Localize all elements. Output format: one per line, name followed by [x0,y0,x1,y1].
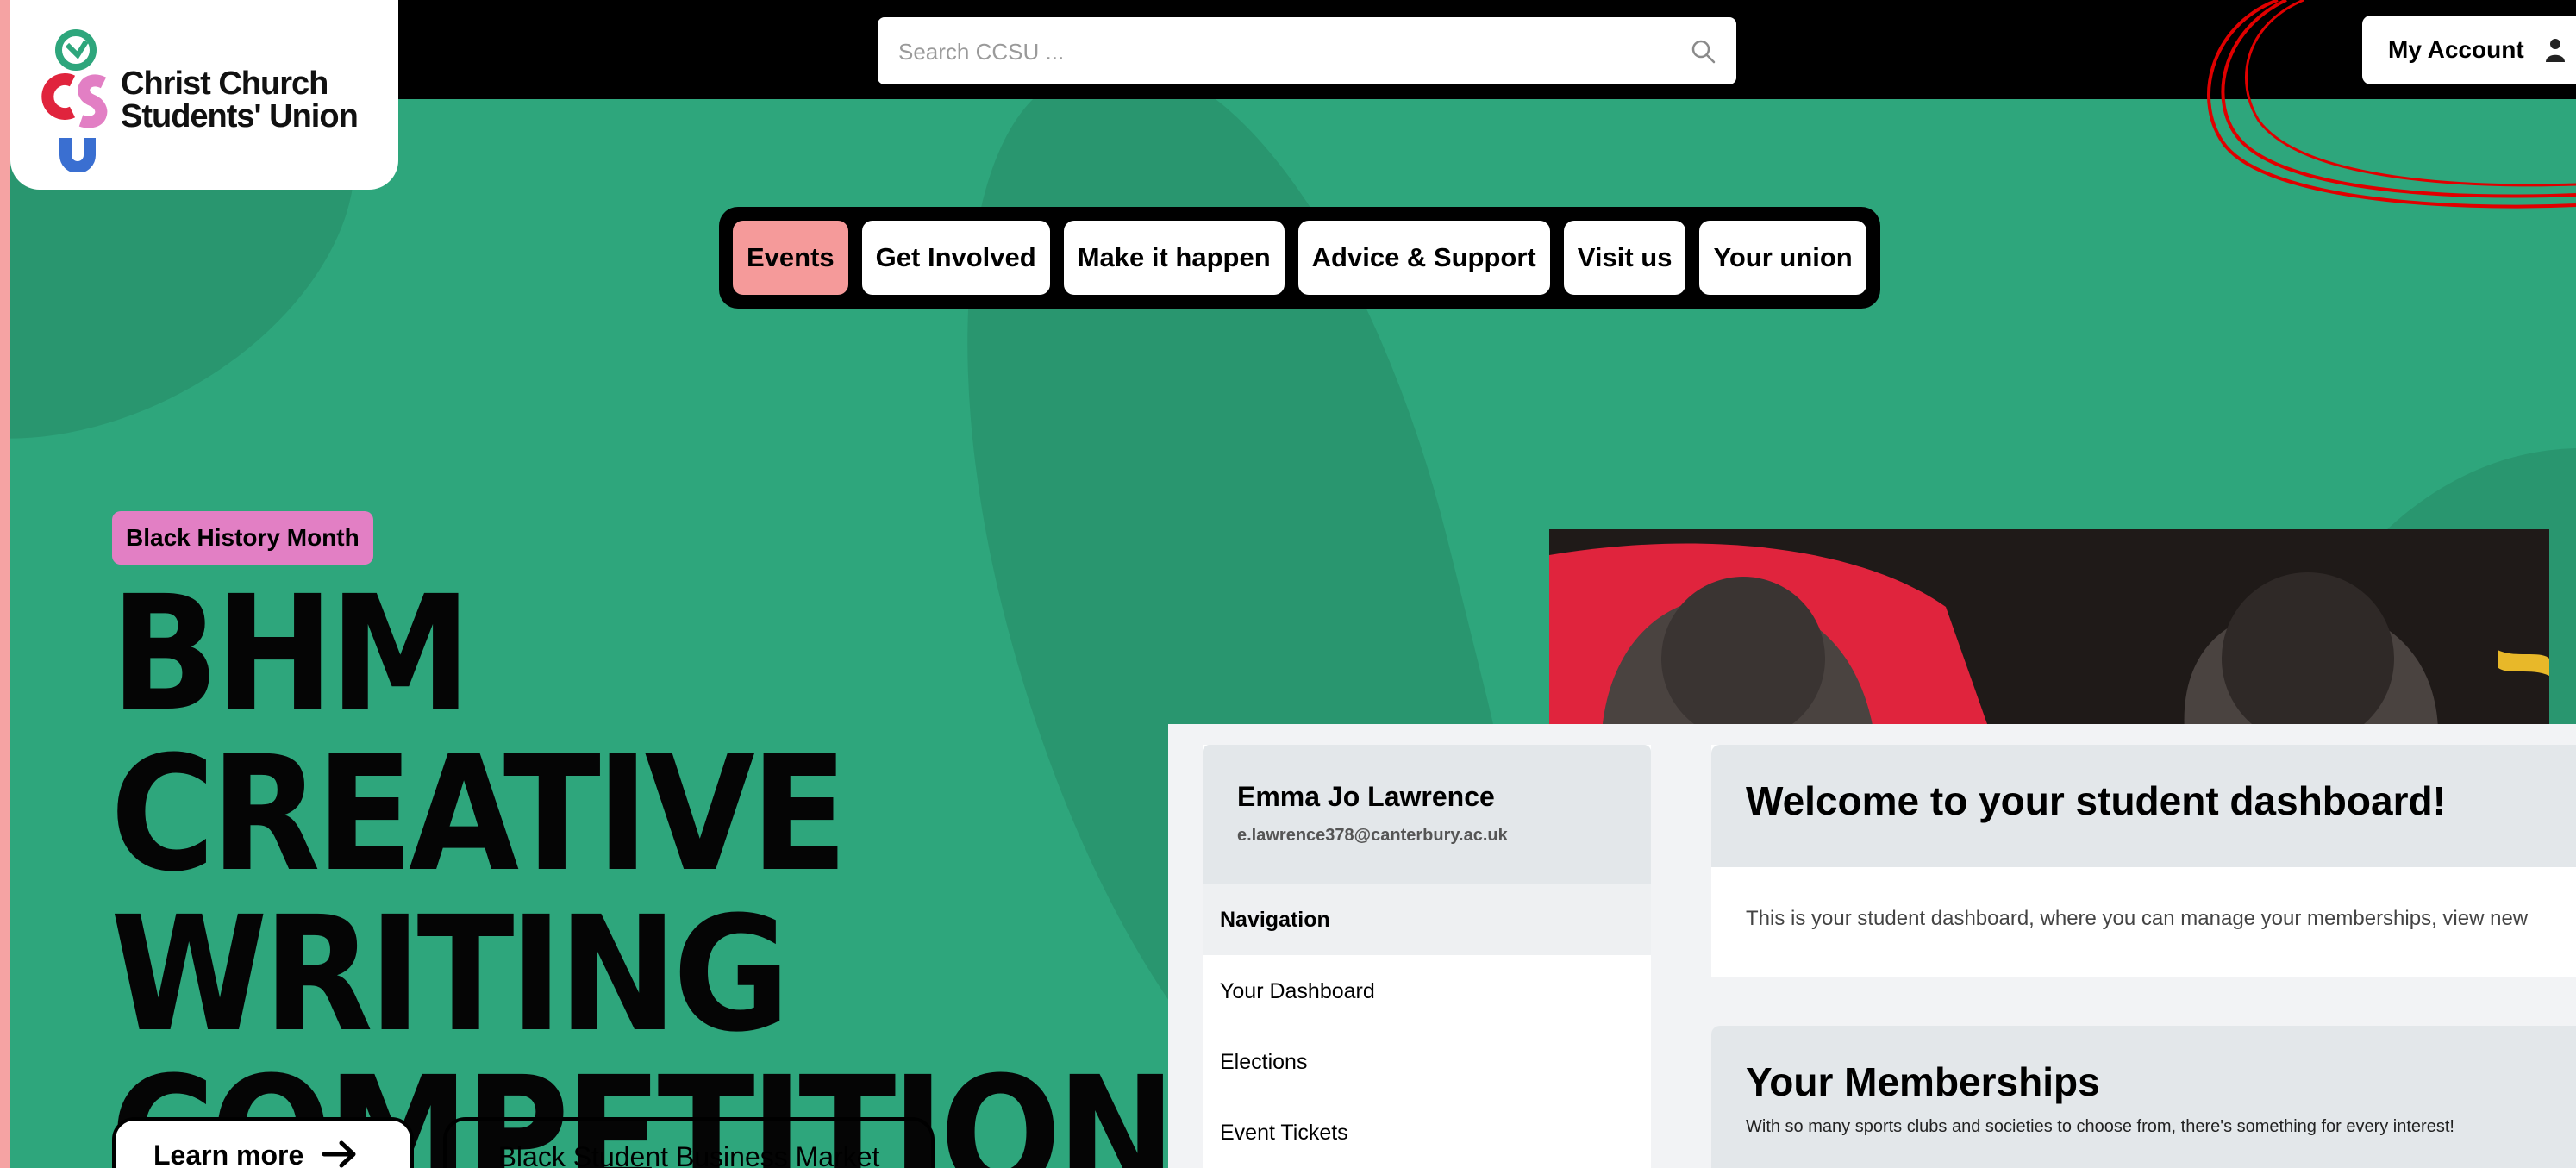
welcome-text: This is your student dashboard, where yo… [1746,907,2529,930]
user-email: e.lawrence378@canterbury.ac.uk [1237,826,1508,845]
nav-item-make-it-happen[interactable]: Make it happen [1063,221,1285,295]
learn-more-button[interactable]: Learn more [112,1117,414,1168]
black-student-business-market-button[interactable]: Black Student Business Market [443,1117,935,1168]
hero-title-line: BHM CREATIVE [110,562,848,907]
page: Christ Church Students' Union My Account… [10,0,2576,1168]
logo-mark-icon [41,29,108,172]
logo-line: Christ Church [121,66,328,102]
memberships-card: Your Memberships With so many sports clu… [1711,1026,2576,1168]
dashboard-nav-your-dashboard[interactable]: Your Dashboard [1220,979,1375,1004]
welcome-card-header: Welcome to your student dashboard! [1711,745,2576,867]
user-name: Emma Jo Lawrence [1237,781,1495,812]
memberships-text: With so many sports clubs and societies … [1746,1117,2454,1136]
logo-text: Christ Church Students' Union [121,66,359,134]
welcome-title: Welcome to your student dashboard! [1746,778,2446,823]
hero-title: BHM CREATIVE WRITING COMPETITION [110,562,1176,1168]
hero-image [1549,529,2549,753]
main-nav: Events Get Involved Make it happen Advic… [719,207,1880,309]
dashboard-nav-elections[interactable]: Elections [1220,1050,1307,1075]
user-card: Emma Jo Lawrence e.lawrence378@canterbur… [1203,745,1651,884]
my-account-label: My Account [2388,36,2524,63]
memberships-title: Your Memberships [1746,1059,2100,1104]
nav-item-visit-us[interactable]: Visit us [1563,221,1686,295]
event-tag: Black History Month [112,511,373,565]
dashboard-nav-heading: Navigation [1203,884,1651,955]
welcome-card: Welcome to your student dashboard! This … [1711,745,2576,977]
learn-more-label: Learn more [153,1140,304,1168]
nav-item-events[interactable]: Events [733,221,848,295]
hero-title-line: WRITING [110,883,790,1067]
user-icon [2545,39,2565,62]
my-account-button[interactable]: My Account [2362,16,2576,84]
search-icon[interactable] [1690,38,1717,66]
site-logo[interactable]: Christ Church Students' Union [10,0,398,190]
arrow-right-icon [322,1140,356,1168]
hero-photo [1549,529,2549,753]
logo-line: Students' Union [121,98,359,134]
student-dashboard-panel: Emma Jo Lawrence e.lawrence378@canterbur… [1168,724,2576,1168]
search-box [878,17,1736,86]
dashboard-nav-event-tickets[interactable]: Event Tickets [1220,1121,1348,1146]
nav-item-your-union[interactable]: Your union [1699,221,1866,295]
search-input[interactable] [897,17,1676,86]
dashboard-sidebar: Emma Jo Lawrence e.lawrence378@canterbur… [1203,745,1651,1168]
nav-item-get-involved[interactable]: Get Involved [861,221,1050,295]
nav-item-advice-support[interactable]: Advice & Support [1297,221,1550,295]
